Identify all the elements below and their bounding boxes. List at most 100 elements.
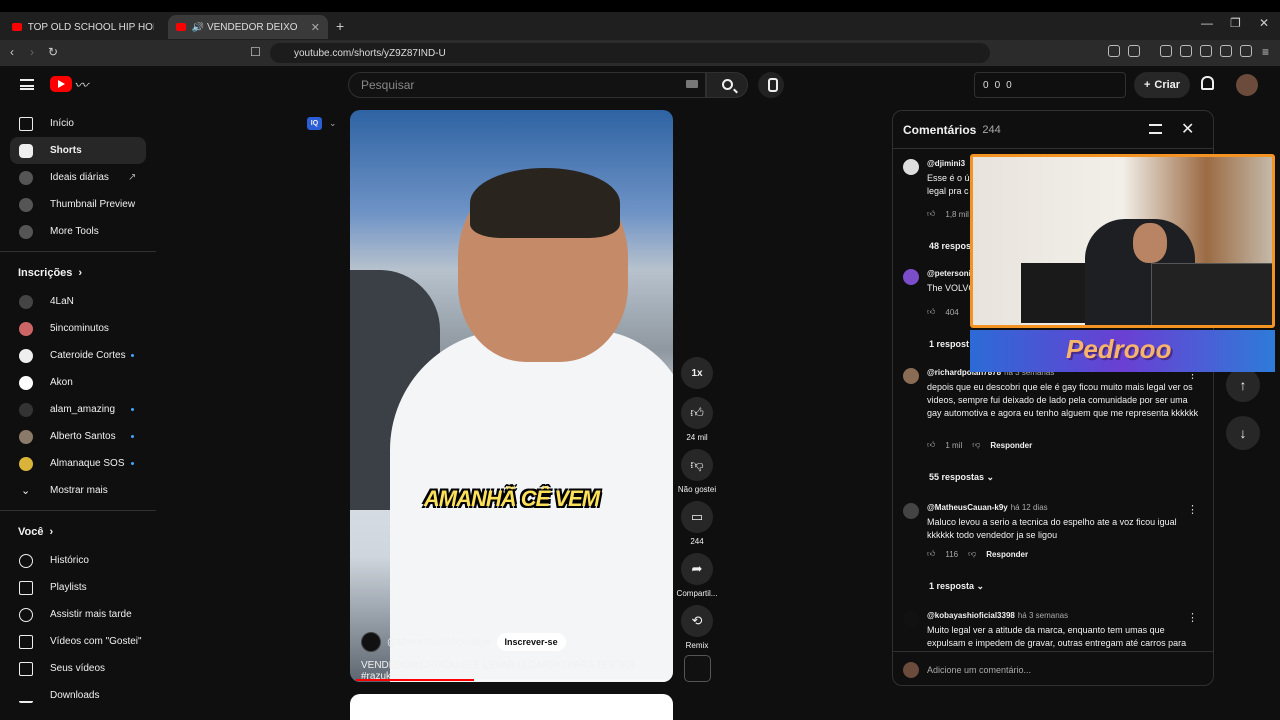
like-action[interactable]: 👍︎ 24 mil — [676, 397, 718, 442]
minimize-icon[interactable]: — — [1201, 16, 1213, 30]
voice-search-button[interactable] — [758, 72, 784, 98]
chevron-down-icon[interactable]: ⌄ — [329, 118, 337, 129]
sidebar-item-subscription[interactable]: Akon — [0, 369, 156, 396]
thumbs-up-icon[interactable]: 👍︎ — [927, 209, 935, 219]
remix-icon[interactable]: ⟲ — [681, 605, 713, 637]
share-action[interactable]: ➦ Compartil... — [676, 553, 718, 598]
thumbs-up-icon[interactable]: 👍︎ — [681, 397, 713, 429]
more-options-icon[interactable]: ⋮ — [1187, 503, 1198, 516]
browser-tab-active[interactable]: 🔊 VENDEDOR DEIXOU ELE LEVA ✕ — [168, 15, 328, 39]
avatar[interactable] — [903, 368, 919, 384]
comment-author[interactable]: @petersoni — [927, 269, 971, 278]
url-field[interactable]: youtube.com/shorts/yZ9Z87IND-U — [270, 43, 990, 63]
sidebar-item-subscription[interactable]: alam_amazing — [0, 396, 156, 423]
speed-control[interactable]: 1x — [676, 357, 718, 393]
next-short-preview[interactable] — [350, 694, 673, 720]
channel-avatar[interactable] — [361, 632, 381, 652]
extension-icon[interactable] — [1128, 45, 1140, 57]
comment-author[interactable]: @MatheusCauan-k9y há 12 dias — [927, 503, 1048, 512]
shorts-video-player[interactable]: AMANHÃ CÊ VEM @MomentosBackstage Inscrev… — [350, 110, 673, 682]
extensions-icon[interactable] — [1108, 45, 1120, 57]
media-icon[interactable] — [1160, 45, 1172, 57]
remix-action[interactable]: ⟲ Remix — [676, 605, 718, 650]
hamburger-menu-icon[interactable] — [20, 79, 34, 90]
youtube-logo[interactable] — [50, 76, 72, 92]
avatar[interactable] — [903, 159, 919, 175]
menu-icon[interactable]: ≡ — [1262, 45, 1269, 59]
wallet-icon[interactable] — [1200, 45, 1212, 57]
sidebar-item-liked-videos[interactable]: Vídeos com "Gostei" — [0, 628, 156, 655]
reload-icon[interactable]: ↻ — [48, 45, 58, 59]
thumbs-down-icon[interactable]: 👎︎ — [681, 449, 713, 481]
close-tab-icon[interactable]: ✕ — [311, 21, 320, 34]
back-icon[interactable]: ‹ — [10, 45, 14, 59]
search-button[interactable] — [706, 72, 748, 98]
maximize-icon[interactable]: ❐ — [1230, 16, 1241, 30]
sidebar-item-subscription[interactable]: Alberto Santos — [0, 423, 156, 450]
sidebar-item-subscription[interactable]: Almanaque SOS — [0, 450, 156, 477]
comment-author[interactable]: @djimini3 — [927, 159, 965, 168]
sidebar-item-shorts[interactable]: Shorts — [10, 137, 146, 164]
replies-toggle[interactable]: 1 respost — [929, 339, 969, 349]
sidebar-item-home[interactable]: Início — [0, 110, 156, 137]
thumbs-up-icon[interactable]: 👍︎ — [927, 307, 935, 317]
replies-toggle[interactable]: 1 resposta ⌄ — [929, 581, 984, 592]
sidebar-item-thumbnail-preview[interactable]: Thumbnail Preview — [0, 191, 156, 218]
share-icon[interactable]: ➦ — [681, 553, 713, 585]
sidebar-item-your-videos[interactable]: Seus vídeos — [0, 655, 156, 682]
sidebar-item-subscription[interactable]: 5incominutos — [0, 315, 156, 342]
shield-icon[interactable] — [1240, 45, 1252, 57]
sidebar-item-subscription[interactable]: 4LaN — [0, 288, 156, 315]
iq-extension-icon[interactable]: IQ — [307, 117, 322, 130]
sidebar-item-more-tools[interactable]: More Tools — [0, 218, 156, 245]
replies-toggle[interactable]: 55 respostas ⌄ — [929, 472, 994, 483]
show-more-button[interactable]: ⌄ Mostrar mais — [0, 477, 156, 504]
bookmark-icon[interactable]: ☐ — [250, 45, 261, 59]
subscribe-button[interactable]: Inscrever-se — [496, 633, 566, 651]
thumbs-up-icon[interactable]: 👍︎ — [927, 440, 935, 450]
avatar[interactable] — [903, 503, 919, 519]
avatar[interactable] — [1236, 74, 1258, 96]
avatar[interactable] — [903, 269, 919, 285]
subscriptions-heading[interactable]: Inscrições › — [0, 258, 156, 288]
you-heading[interactable]: Você › — [0, 517, 156, 547]
close-icon[interactable]: ✕ — [1181, 119, 1194, 139]
sidebar-item-downloads[interactable]: Downloads — [0, 682, 156, 709]
next-short-button[interactable]: ↓ — [1226, 416, 1260, 450]
forward-icon[interactable]: › — [30, 45, 34, 59]
extension-counters[interactable]: 0 0 0 — [974, 72, 1126, 98]
avatar[interactable] — [903, 611, 919, 627]
sidebar-item-playlists[interactable]: Playlists — [0, 574, 156, 601]
thumbs-down-icon[interactable]: 👎︎ — [972, 440, 980, 450]
speed-button[interactable]: 1x — [681, 357, 713, 389]
reply-button[interactable]: Responder — [986, 550, 1028, 559]
create-button[interactable]: + Criar — [1134, 72, 1190, 98]
search-input[interactable]: Pesquisar — [348, 72, 706, 98]
comment-icon[interactable]: ▭ — [681, 501, 713, 533]
replies-toggle[interactable]: 48 respos — [929, 241, 971, 251]
sidebar-item-ideas[interactable]: Ideais diárias ↗ — [0, 164, 156, 191]
sidebar-item-history[interactable]: Histórico — [0, 547, 156, 574]
thumbs-down-icon[interactable]: 👎︎ — [968, 549, 976, 559]
comment-author[interactable]: @kobayashioficial3398 há 3 semanas — [927, 611, 1068, 620]
progress-bar[interactable] — [356, 679, 667, 681]
close-window-icon[interactable]: ✕ — [1259, 16, 1269, 30]
add-comment-field[interactable]: Adicione um comentário... — [893, 651, 1213, 685]
sidebar-icon[interactable] — [1180, 45, 1192, 57]
dislike-action[interactable]: 👎︎ Não gostei — [676, 449, 718, 494]
keyboard-icon[interactable] — [686, 80, 698, 88]
previous-short-button[interactable]: ↑ — [1226, 368, 1260, 402]
sidebar-item-subscription[interactable]: Cateroide Cortes — [0, 342, 156, 369]
sidebar-item-watch-later[interactable]: Assistir mais tarde — [0, 601, 156, 628]
channel-name[interactable]: @MomentosBackstage — [387, 637, 491, 648]
browser-tab[interactable]: TOP OLD SCHOOL HIP HOP 🔥 50 Ce — [4, 15, 162, 39]
sound-thumbnail[interactable] — [684, 655, 711, 682]
reply-button[interactable]: Responder — [990, 441, 1032, 450]
sort-icon[interactable] — [1149, 124, 1162, 134]
more-options-icon[interactable]: ⋮ — [1187, 611, 1198, 624]
comments-action[interactable]: ▭ 244 — [676, 501, 718, 546]
ai-icon[interactable] — [1220, 45, 1232, 57]
thumbs-up-icon[interactable]: 👍︎ — [927, 549, 935, 559]
new-tab-icon[interactable]: + — [336, 18, 344, 34]
notifications-icon[interactable] — [1201, 76, 1214, 90]
